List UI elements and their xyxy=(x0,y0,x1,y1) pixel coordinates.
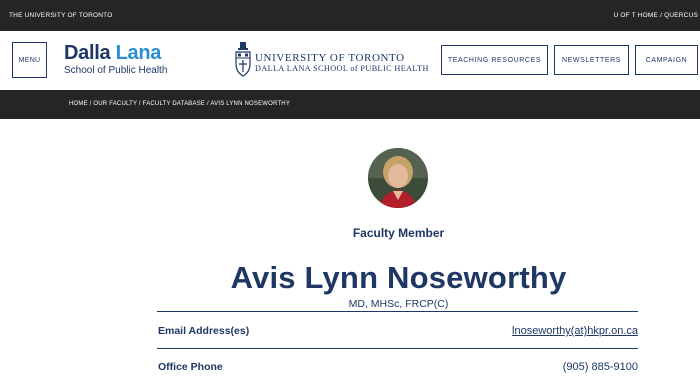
page-title: Avis Lynn Noseworthy xyxy=(230,260,567,295)
logo-lana: Lana xyxy=(115,42,162,64)
nav-campaign[interactable]: CAMPAIGN xyxy=(635,45,698,75)
nav-teaching-resources[interactable]: TEACHING RESOURCES xyxy=(441,45,548,75)
divider xyxy=(157,348,638,349)
utility-bar: THE UNIVERSITY OF TORONTO U OF T HOME / … xyxy=(0,0,700,31)
phone-label: Office Phone xyxy=(158,361,223,373)
university-link[interactable]: THE UNIVERSITY OF TORONTO xyxy=(9,12,112,19)
breadcrumb-bar: HOME / OUR FACULTY / FACULTY DATABASE / … xyxy=(0,90,700,119)
menu-button[interactable]: MENU xyxy=(12,42,47,78)
uoft-school: DALLA LANA SCHOOL of PUBLIC HEALTH xyxy=(255,64,429,73)
breadcrumb[interactable]: HOME / OUR FACULTY / FACULTY DATABASE / … xyxy=(69,101,290,107)
uoft-wordmark[interactable]: UNIVERSITY OF TORONTO DALLA LANA SCHOOL … xyxy=(235,42,429,78)
uoft-home-quercus-links[interactable]: U OF T HOME / QUERCUS xyxy=(614,12,699,19)
dalla-lana-logo[interactable]: Dalla Lana School of Public Health xyxy=(64,43,167,76)
credentials: MD, MHSc, FRCP(C) xyxy=(348,298,449,310)
uoft-name: UNIVERSITY OF TORONTO xyxy=(255,52,405,64)
email-label: Email Address(es) xyxy=(158,325,250,337)
faculty-photo xyxy=(368,148,428,208)
divider xyxy=(157,311,638,312)
phone-value: (905) 885-9100 xyxy=(562,361,638,373)
role-label: Faculty Member xyxy=(352,226,445,240)
logo-subtitle: School of Public Health xyxy=(64,65,168,76)
site-header: MENU Dalla Lana School of Public Health … xyxy=(0,31,700,90)
nav-newsletters[interactable]: NEWSLETTERS xyxy=(554,45,629,75)
uoft-crest-icon xyxy=(235,42,251,77)
avatar xyxy=(368,148,428,208)
email-link[interactable]: lnoseworthy(at)hkpr.on.ca xyxy=(512,325,638,337)
logo-dalla: Dalla xyxy=(64,42,111,64)
